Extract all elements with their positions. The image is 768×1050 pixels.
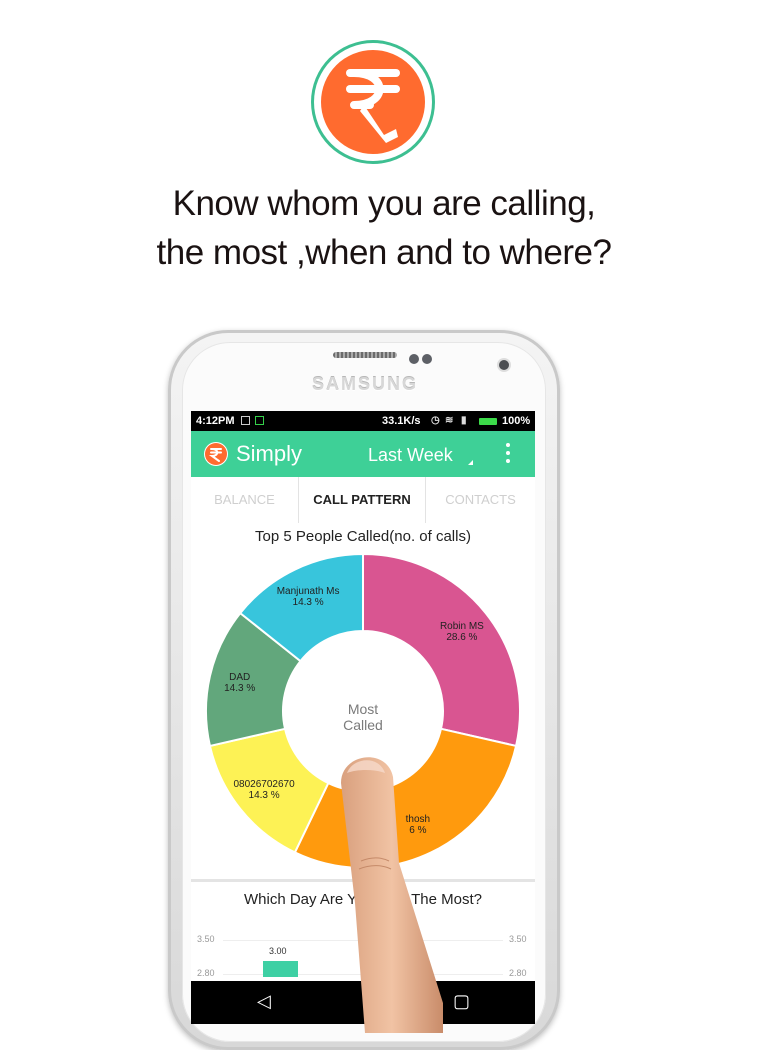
tab-balance[interactable]: BALANCE (191, 477, 299, 523)
recents-nav-icon[interactable]: ▢ (453, 991, 470, 1012)
slice-label: Manjunath Ms 14.3 % (253, 586, 363, 608)
notification-icon (241, 416, 250, 425)
status-time: 4:12PM (196, 415, 235, 427)
slice-label: 08026702670 14.3 % (209, 779, 319, 801)
app-logo-icon (204, 442, 228, 466)
sensor-dot (409, 354, 419, 364)
device-brand: SAMSUNG (311, 374, 418, 394)
tab-bar: BALANCE CALL PATTERN CONTACTS (191, 477, 535, 524)
earpiece-speaker (333, 352, 397, 358)
app-logo-large (314, 43, 432, 161)
alarm-icon: ◷ (431, 415, 440, 426)
y-tick-label: 2.80 (197, 968, 215, 978)
slice-percent: 28.6 % (446, 632, 478, 644)
period-dropdown[interactable]: Last Week (368, 445, 453, 466)
rupee-phone-logo-icon (321, 50, 425, 154)
slice-label: Robin MS 28.6 % (407, 621, 517, 643)
donut-center-label[interactable]: Most Called (321, 701, 405, 733)
bar-value-label: 3.00 (269, 946, 287, 956)
overflow-menu-icon[interactable] (505, 443, 511, 465)
sensor-dot (422, 354, 432, 364)
headline-line2: the most ,when and to where? (156, 233, 612, 272)
signal-icon: ▮ (461, 415, 467, 426)
network-rate: 33.1K/s (382, 415, 421, 427)
battery-percent: 100% (502, 415, 531, 427)
tab-call-pattern[interactable]: CALL PATTERN (299, 477, 426, 523)
status-bar: 4:12PM 33.1K/s ◷ ≋ ▮ 100% (191, 411, 535, 431)
dropdown-caret-icon (468, 460, 473, 465)
back-nav-icon[interactable]: ◁ (257, 991, 271, 1012)
slice-name: 08026702670 (233, 778, 295, 790)
center-line1: Most (347, 701, 379, 717)
bar[interactable] (263, 961, 298, 977)
app-notification-icon (255, 416, 264, 425)
slice-name: Robin MS (439, 621, 484, 633)
finger-icon (341, 757, 443, 1033)
wifi-icon: ≋ (445, 415, 454, 426)
center-line2: Called (343, 717, 383, 733)
y-tick-label: 3.50 (509, 934, 527, 944)
y-tick-label: 2.80 (509, 968, 527, 978)
slice-name: Manjunath Ms (276, 586, 340, 598)
slice-percent: 14.3 % (248, 789, 280, 801)
slice-name: DAD (229, 671, 251, 683)
headline-line1: Know whom you are calling, (172, 184, 596, 223)
slice-percent: 14.3 % (224, 682, 256, 694)
slice-percent: 14.3 % (292, 597, 324, 609)
front-camera (499, 360, 509, 370)
app-title: Simply (236, 441, 303, 466)
app-bar: Simply Last Week (191, 431, 535, 477)
y-tick-label: 3.50 (197, 934, 215, 944)
slice-label: DAD 14.3 % (191, 672, 295, 694)
tab-contacts[interactable]: CONTACTS (426, 477, 535, 523)
battery-icon (479, 418, 497, 425)
